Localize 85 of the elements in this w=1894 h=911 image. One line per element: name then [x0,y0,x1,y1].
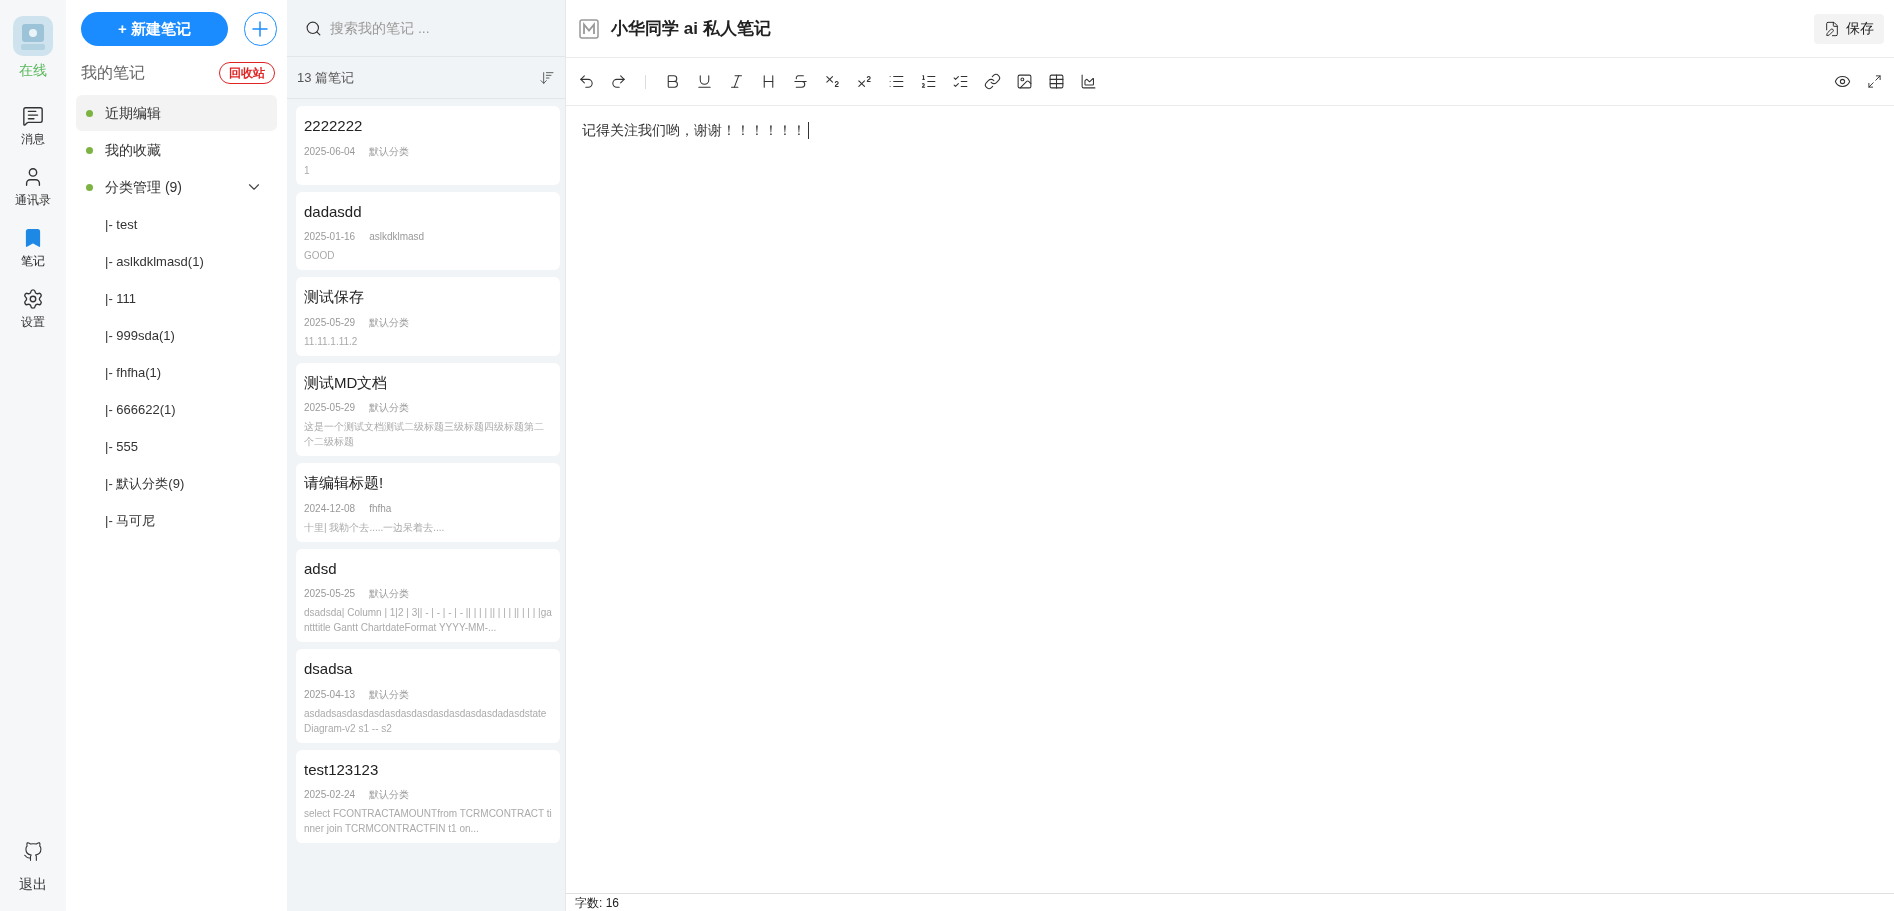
note-category: 默认分类 [369,401,410,415]
image-icon[interactable] [1016,73,1033,90]
online-status: 在线 [19,61,47,80]
checklist-icon[interactable] [952,73,969,90]
undo-icon[interactable] [578,73,595,90]
note-card[interactable]: test123123 2025-02-24 默认分类 select FCONTRACTAMOUNTfrom TCRMCONTRACT tinner join TCRMCONTRACTFIN t1 on... [296,749,560,843]
subscript-icon[interactable] [824,73,841,90]
note-date: 2024-12-08 [304,501,356,516]
nav-item[interactable]: 笔记 [21,227,45,270]
save-button[interactable]: 保存 [1814,13,1884,44]
chart-icon[interactable] [1080,73,1097,90]
category-item[interactable]: |- test [76,206,277,243]
sort-icon[interactable] [539,69,555,86]
note-title: adsd [304,558,338,579]
note-count: 13 篇笔记 [297,68,355,87]
category-item[interactable]: |- aslkdklmasd(1) [76,243,277,280]
link-icon[interactable] [984,73,1001,90]
category-item[interactable]: |- 666622(1) [76,391,277,428]
table-icon[interactable] [1048,73,1065,90]
italic-icon[interactable] [728,73,745,90]
note-category: fhfha [369,501,392,516]
bullet-list-icon[interactable] [888,73,905,90]
note-card[interactable]: 2222222 2025-06-04 默认分类 1 [296,106,560,185]
note-preview: dsadsda| Column | 1|2 | 3|| - | - | - | - || | | | || | | | || | | | |gantttitle Gantt ChartdateFormat YYYY-MM-... [304,606,552,635]
category-item[interactable]: |- 默认分类(9) [76,465,277,502]
note-title: 测试MD文档 [304,372,389,393]
note-category: 默认分类 [369,315,410,330]
word-count: 字数: 16 [575,894,619,911]
note-title: 小华同学 ai 私人笔记 [611,17,771,40]
text-cursor [808,122,809,139]
fullscreen-icon[interactable] [1867,74,1882,89]
menu-item[interactable]: 近期编辑 [76,95,277,131]
note-date: 2025-05-29 [304,315,356,330]
nav-item[interactable]: 设置 [21,288,45,331]
markdown-icon [579,18,599,39]
note-preview: select FCONTRACTAMOUNTfrom TCRMCONTRACT tinner join TCRMCONTRACTFIN t1 on... [304,807,552,836]
note-date: 2025-04-13 [304,687,356,702]
note-title: 测试保存 [304,287,365,307]
note-category: 默认分类 [369,144,410,159]
note-card[interactable]: adsd 2025-05-25 默认分类 dsadsda| Column | 1|2 | 3|| - | - | - | - || | | | || | | | || | | | |gantttitle Gantt ChartdateFormat YYYY-MM-... [296,548,560,642]
superscript-icon[interactable] [856,73,873,90]
search-icon [305,19,322,37]
note-card[interactable]: dadasdd 2025-01-16 aslkdklmasd GOOD [296,191,560,270]
nav-item[interactable]: 通讯录 [15,166,51,209]
logout-button[interactable]: 退出 [19,842,47,895]
category-item[interactable]: |- 马可尼 [76,502,277,539]
note-title: 2222222 [304,116,364,136]
note-preview: 1 [304,163,311,178]
chat-icon [22,105,44,127]
note-preview: 11.11.1.11.2 [304,334,359,349]
note-title: dsadsa [304,659,354,679]
underline-icon[interactable] [696,73,713,90]
search-field[interactable]: 搜索我的笔记 ... [330,17,530,39]
preview-icon[interactable] [1834,73,1851,90]
category-item[interactable]: |- 999sda(1) [76,317,277,354]
note-preview: GOOD [304,249,336,263]
note-date: 2025-05-29 [304,401,356,415]
note-date: 2025-06-04 [304,144,356,159]
note-category: 默认分类 [369,788,410,802]
github-icon [23,842,43,862]
note-preview: asdadsasdasdasdasdasdasdasdasdasdasdadasdstateDiagram-v2 s1 -- s2 [304,706,548,736]
redo-icon[interactable] [610,73,627,90]
note-date: 2025-02-24 [304,788,356,802]
menu-item[interactable]: 分类管理 (9) [76,169,277,205]
note-title: dadasdd [304,201,363,222]
nav-item[interactable]: 消息 [21,105,45,148]
editor-text: 记得关注我们哟，谢谢！！！！！！ [582,121,806,140]
category-item[interactable]: |- 111 [76,280,277,317]
numbered-list-icon[interactable] [920,73,937,90]
edit-icon [1824,20,1840,37]
gear-icon [22,288,44,310]
note-category: aslkdklmasd [369,230,425,244]
section-title: 我的笔记 [81,63,145,83]
note-category: 默认分类 [369,687,410,702]
menu-item[interactable]: 我的收藏 [76,132,277,168]
strikethrough-icon[interactable] [792,73,809,90]
note-category: 默认分类 [369,587,410,601]
note-title: 请编辑标题! [304,473,385,493]
category-item[interactable]: |- fhfha(1) [76,354,277,391]
note-card[interactable]: dsadsa 2025-04-13 默认分类 asdadsasdasdasdasdasdasdasdasdasdasdadasdstateDiagram-v2 s1 -- s2 [296,649,560,743]
note-date: 2025-01-16 [304,230,356,244]
note-title: test123123 [304,759,380,780]
note-card[interactable]: 测试保存 2025-05-29 默认分类 11.11.1.11.2 [296,277,560,356]
note-date: 2025-05-25 [304,587,356,601]
category-item[interactable]: |- 555 [76,428,277,465]
